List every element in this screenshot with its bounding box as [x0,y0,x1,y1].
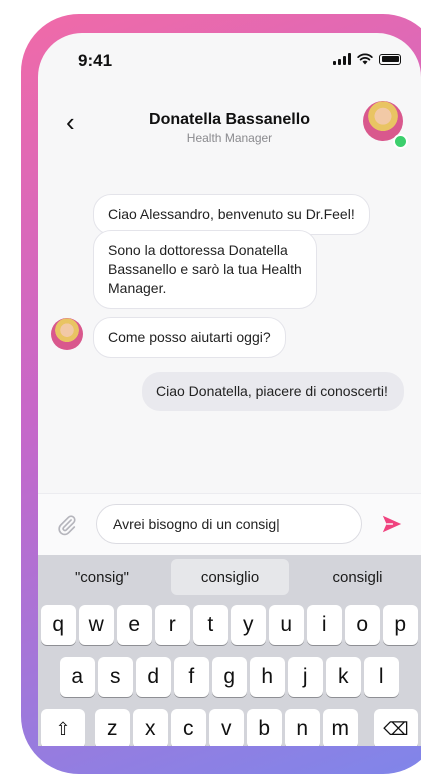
key-t[interactable]: t [193,605,228,645]
backspace-icon: ⌫ [383,718,409,739]
send-icon[interactable] [381,513,403,535]
message-composer: Avrei bisogno di un consig| [38,493,421,556]
key-e[interactable]: e [117,605,152,645]
key-s[interactable]: s [98,657,133,697]
shift-icon: ⇧ [55,718,71,739]
key-c[interactable]: c [171,709,206,746]
message-input-value: Avrei bisogno di un consig| [113,516,280,532]
key-k[interactable]: k [326,657,361,697]
key-u[interactable]: u [269,605,304,645]
key-a[interactable]: a [60,657,95,697]
key-q[interactable]: q [41,605,76,645]
chat-screen: 9:41 ‹ Donatella Bassanello Health Manag… [38,33,421,746]
online-status-dot [393,134,408,149]
key-y[interactable]: y [231,605,266,645]
backspace-key[interactable]: ⌫ [374,709,418,746]
key-n[interactable]: n [285,709,320,746]
key-d[interactable]: d [136,657,171,697]
suggestion-literal[interactable]: "consig" [38,555,166,599]
key-g[interactable]: g [212,657,247,697]
doctor-avatar [51,318,83,350]
key-z[interactable]: z [95,709,130,746]
message-bubble-incoming: Sono la dottoressa Donatella Bassanello … [93,230,317,309]
battery-icon [379,53,401,65]
key-v[interactable]: v [209,709,244,746]
key-b[interactable]: b [247,709,282,746]
suggestion-alt[interactable]: consigli [294,555,421,599]
key-p[interactable]: p [383,605,418,645]
keyboard: "consig" consiglio consigli qwertyuiop a… [38,555,421,746]
key-w[interactable]: w [79,605,114,645]
message-bubble-incoming: Come posso aiutarti oggi? [93,317,286,358]
key-h[interactable]: h [250,657,285,697]
status-time: 9:41 [78,51,113,70]
status-icons [333,53,401,65]
contact-role: Health Manager [186,131,273,145]
key-r[interactable]: r [155,605,190,645]
wifi-icon [357,53,373,65]
message-bubble-incoming: Ciao Alessandro, benvenuto su Dr.Feel! [93,194,370,235]
shift-key[interactable]: ⇧ [41,709,85,746]
signal-icon [333,53,351,65]
key-l[interactable]: l [364,657,399,697]
key-f[interactable]: f [174,657,209,697]
key-j[interactable]: j [288,657,323,697]
key-i[interactable]: i [307,605,342,645]
message-input[interactable]: Avrei bisogno di un consig| [96,504,362,544]
key-m[interactable]: m [323,709,358,746]
paperclip-icon[interactable] [56,514,78,536]
key-o[interactable]: o [345,605,380,645]
suggestion-primary[interactable]: consiglio [171,559,289,595]
key-x[interactable]: x [133,709,168,746]
message-bubble-outgoing: Ciao Donatella, piacere di conoscerti! [142,372,404,411]
